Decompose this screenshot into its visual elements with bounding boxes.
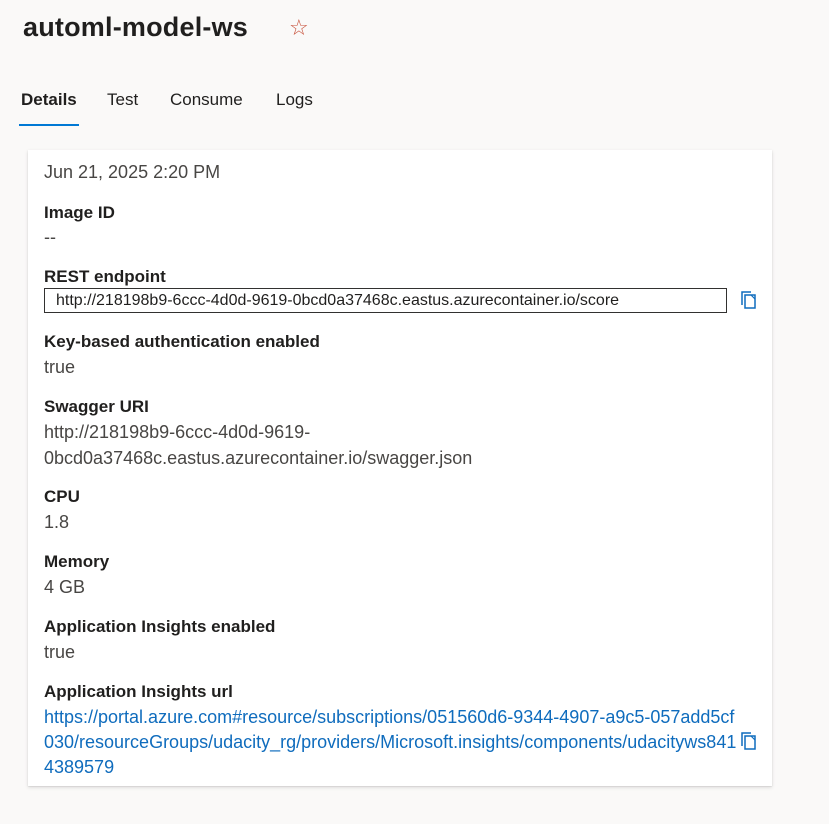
image-id-label: Image ID bbox=[44, 203, 115, 222]
app-insights-url-label: Application Insights url bbox=[44, 682, 233, 701]
copy-icon[interactable] bbox=[738, 289, 760, 311]
page-title: automl-model-ws bbox=[23, 12, 249, 42]
rest-endpoint-label: REST endpoint bbox=[44, 267, 166, 286]
app-insights-url-link[interactable]: https://portal.azure.com#resource/subscr… bbox=[44, 705, 740, 780]
memory-value: 4 GB bbox=[44, 577, 86, 597]
rest-endpoint-field[interactable]: http://218198b9-6ccc-4d0d-9619-0bcd0a374… bbox=[44, 288, 727, 313]
image-id-value: -- bbox=[44, 227, 56, 247]
key-auth-value: true bbox=[44, 357, 76, 377]
cpu-value: 1.8 bbox=[44, 512, 70, 532]
tab-test[interactable]: Test bbox=[107, 86, 138, 126]
page-header: automl-model-ws ☆ Details Test Consume L… bbox=[0, 0, 829, 155]
key-auth-label: Key-based authentication enabled bbox=[44, 332, 320, 351]
app-insights-enabled-value: true bbox=[44, 642, 76, 662]
tab-details[interactable]: Details bbox=[19, 86, 79, 126]
details-card: Jun 21, 2025 2:20 PM Image ID -- REST en… bbox=[28, 150, 772, 786]
tab-consume[interactable]: Consume bbox=[170, 86, 243, 126]
copy-icon[interactable] bbox=[738, 730, 760, 752]
cpu-label: CPU bbox=[44, 487, 80, 506]
swagger-uri-label: Swagger URI bbox=[44, 397, 149, 416]
swagger-uri-value-line1: http://218198b9-6ccc-4d0d-9619- bbox=[44, 422, 311, 442]
memory-label: Memory bbox=[44, 552, 110, 571]
tab-logs[interactable]: Logs bbox=[276, 86, 313, 126]
star-icon[interactable]: ☆ bbox=[289, 14, 309, 42]
swagger-uri-value-line2: 0bcd0a37468c.eastus.azurecontainer.io/sw… bbox=[44, 448, 473, 468]
created-on-value: Jun 21, 2025 2:20 PM bbox=[44, 162, 221, 182]
app-insights-enabled-label: Application Insights enabled bbox=[44, 617, 276, 636]
